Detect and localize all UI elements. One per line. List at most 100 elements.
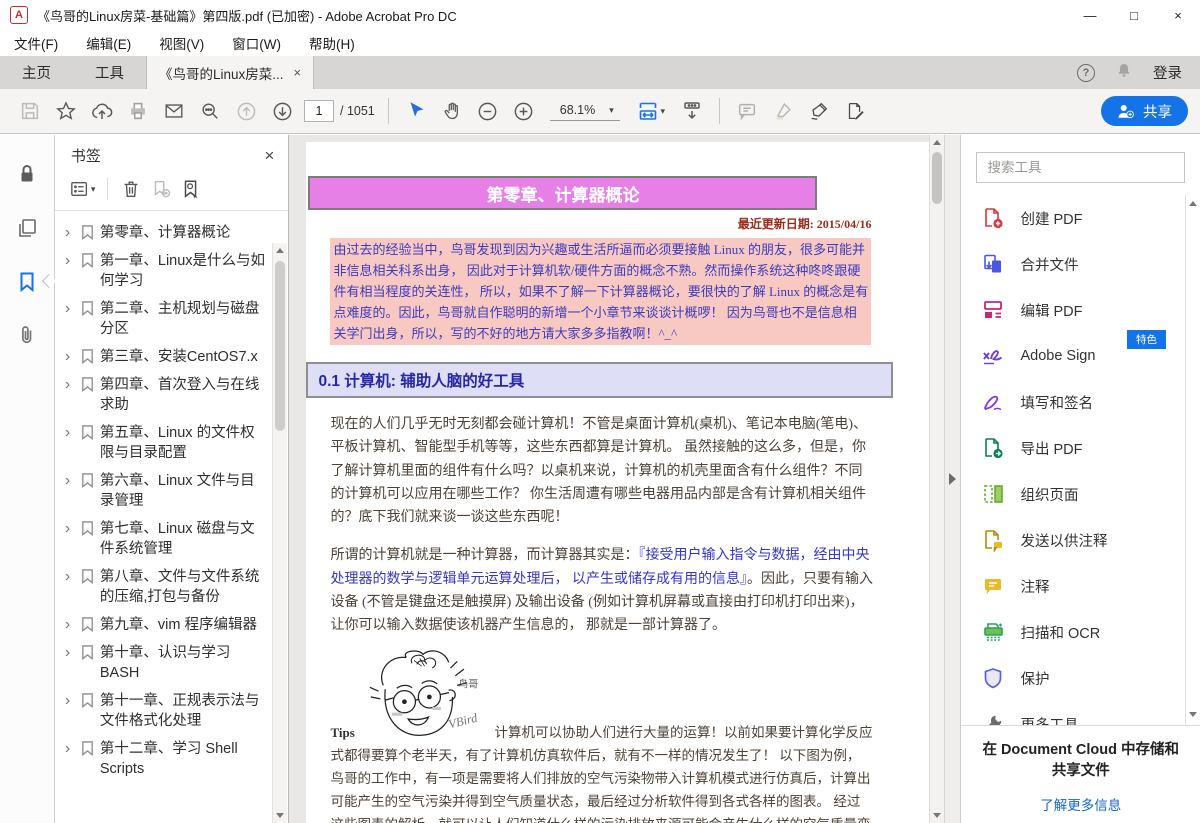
bookmark-options-button[interactable]: ▾ <box>67 177 98 201</box>
scroll-down-arrow[interactable] <box>1189 712 1197 717</box>
zoom-in-button[interactable] <box>506 94 542 128</box>
bookmark-item[interactable]: › 第八章、文件与文件系统的压缩,打包与备份 <box>65 567 267 607</box>
document-canvas[interactable]: 第零章、计算器概论 最近更新日期: 2015/04/16 由过去的经验当中，鸟哥… <box>289 135 929 823</box>
close-tab-icon[interactable]: × <box>294 65 302 80</box>
menu-edit[interactable]: 编辑(E) <box>86 33 131 53</box>
vbird-face-drawing: 鸟哥 VBird <box>364 647 489 743</box>
menu-view[interactable]: 视图(V) <box>159 33 204 53</box>
tab-tools[interactable]: 工具 <box>73 56 146 89</box>
security-lock-button[interactable] <box>14 161 40 187</box>
tool-comment[interactable]: 注释 <box>961 563 1200 609</box>
chevron-expand-icon[interactable]: › <box>65 739 75 758</box>
highlight-button[interactable] <box>765 94 801 128</box>
page-thumbnails-button[interactable] <box>14 215 40 241</box>
chevron-expand-icon[interactable]: › <box>65 567 75 586</box>
pdf-page[interactable]: 第零章、计算器概论 最近更新日期: 2015/04/16 由过去的经验当中，鸟哥… <box>306 142 929 823</box>
bookmark-item[interactable]: › 第零章、计算器概论 <box>65 223 267 243</box>
new-bookmark-button[interactable] <box>148 176 174 202</box>
chevron-expand-icon[interactable]: › <box>65 299 75 318</box>
print-button[interactable] <box>120 94 156 128</box>
comment-button[interactable] <box>729 94 765 128</box>
scroll-down-arrow[interactable] <box>276 813 284 818</box>
bookmark-item[interactable]: › 第四章、首次登入与在线求助 <box>65 375 267 415</box>
chevron-expand-icon[interactable]: › <box>65 375 75 394</box>
attachments-button[interactable] <box>14 323 40 349</box>
chevron-expand-icon[interactable]: › <box>65 519 75 538</box>
page-scrolling-button[interactable] <box>674 94 710 128</box>
close-button[interactable]: × <box>1156 0 1200 30</box>
tool-create-pdf[interactable]: 创建 PDF <box>961 195 1200 241</box>
tool-adobe-sign[interactable]: Adobe Sign 特色 <box>961 333 1200 379</box>
tab-home[interactable]: 主页 <box>0 56 73 89</box>
maximize-button[interactable]: □ <box>1112 0 1156 30</box>
menu-file[interactable]: 文件(F) <box>14 33 58 53</box>
fill-sign-page-button[interactable] <box>837 94 873 128</box>
tool-fill-sign[interactable]: 填写和签名 <box>961 379 1200 425</box>
email-button[interactable] <box>156 94 192 128</box>
star-button[interactable] <box>48 94 84 128</box>
scroll-up-arrow[interactable] <box>933 140 941 145</box>
bookmark-item[interactable]: › 第六章、Linux 文件与目录管理 <box>65 471 267 511</box>
tab-document[interactable]: 《鸟哥的Linux房菜... × <box>146 56 314 89</box>
tools-scrollbar[interactable] <box>1185 195 1186 725</box>
menu-help[interactable]: 帮助(H) <box>309 33 355 53</box>
bookmark-item[interactable]: › 第九章、vim 程序编辑器 <box>65 615 267 635</box>
tool-more-tools[interactable]: 更多工具 <box>961 701 1200 726</box>
select-tool-button[interactable] <box>398 94 434 128</box>
minimize-button[interactable]: — <box>1068 0 1112 30</box>
chevron-expand-icon[interactable]: › <box>65 251 75 270</box>
scroll-down-arrow[interactable] <box>933 813 941 818</box>
bookmark-item[interactable]: › 第十一章、正规表示法与文件格式化处理 <box>65 691 267 731</box>
right-panel-toggle[interactable] <box>944 135 960 823</box>
zoom-out-button[interactable] <box>470 94 506 128</box>
tool-export-pdf[interactable]: 导出 PDF <box>961 425 1200 471</box>
scrollbar-thumb[interactable] <box>275 261 285 431</box>
fit-width-button[interactable]: ▾ <box>628 94 674 128</box>
scroll-up-arrow[interactable] <box>276 248 284 253</box>
save-button[interactable] <box>12 94 48 128</box>
chevron-expand-icon[interactable]: › <box>65 471 75 490</box>
bookmark-item[interactable]: › 第十二章、学习 Shell Scripts <box>65 739 267 779</box>
bookmark-item[interactable]: › 第一章、Linux是什么与如何学习 <box>65 251 267 291</box>
delete-bookmark-button[interactable] <box>118 176 144 202</box>
close-panel-icon[interactable]: × <box>265 146 275 166</box>
tool-protect[interactable]: 保护 <box>961 655 1200 701</box>
search-button[interactable] <box>192 94 228 128</box>
chevron-expand-icon[interactable]: › <box>65 223 75 242</box>
bookmarks-scrollbar[interactable] <box>272 243 287 823</box>
locate-current-bookmark-button[interactable] <box>178 176 204 202</box>
sign-in-link[interactable]: 登录 <box>1153 62 1182 83</box>
share-button[interactable]: 共享 <box>1101 96 1188 126</box>
chevron-expand-icon[interactable]: › <box>65 347 75 366</box>
zoom-level-dropdown[interactable]: 68.1% ▾ <box>550 101 620 121</box>
tool-combine-files[interactable]: 合并文件 <box>961 241 1200 287</box>
previous-page-button[interactable] <box>228 94 264 128</box>
tool-edit-pdf[interactable]: 编辑 PDF <box>961 287 1200 333</box>
tool-organize-pages[interactable]: 组织页面 <box>961 471 1200 517</box>
tool-send-for-comments[interactable]: 发送以供注释 <box>961 517 1200 563</box>
bookmark-item[interactable]: › 第五章、Linux 的文件权限与目录配置 <box>65 423 267 463</box>
chevron-expand-icon[interactable]: › <box>65 691 75 710</box>
hand-tool-button[interactable] <box>434 94 470 128</box>
bookmark-item[interactable]: › 第七章、Linux 磁盘与文件系统管理 <box>65 519 267 559</box>
help-icon[interactable]: ? <box>1077 64 1095 82</box>
search-tools-input[interactable] <box>976 152 1185 183</box>
page-number-input[interactable] <box>304 100 334 122</box>
tool-scan-ocr[interactable]: 扫描和 OCR <box>961 609 1200 655</box>
chevron-expand-icon[interactable]: › <box>65 423 75 442</box>
upload-cloud-button[interactable] <box>84 94 120 128</box>
scroll-up-arrow[interactable] <box>1189 201 1197 206</box>
learn-more-link[interactable]: 了解更多信息 <box>1040 794 1121 814</box>
menu-window[interactable]: 窗口(W) <box>232 33 281 53</box>
chevron-expand-icon[interactable]: › <box>65 643 75 662</box>
bookmark-item[interactable]: › 第三章、安装CentOS7.x <box>65 347 267 367</box>
notifications-bell-icon[interactable] <box>1115 61 1133 84</box>
sign-pen-button[interactable] <box>801 94 837 128</box>
bookmark-item[interactable]: › 第二章、主机规划与磁盘分区 <box>65 299 267 339</box>
next-page-button[interactable] <box>264 94 300 128</box>
chevron-expand-icon[interactable]: › <box>65 615 75 634</box>
bookmarks-panel-button[interactable] <box>14 269 40 295</box>
document-scrollbar[interactable] <box>929 135 944 823</box>
bookmark-item[interactable]: › 第十章、认识与学习 BASH <box>65 643 267 683</box>
scrollbar-thumb[interactable] <box>932 152 942 204</box>
